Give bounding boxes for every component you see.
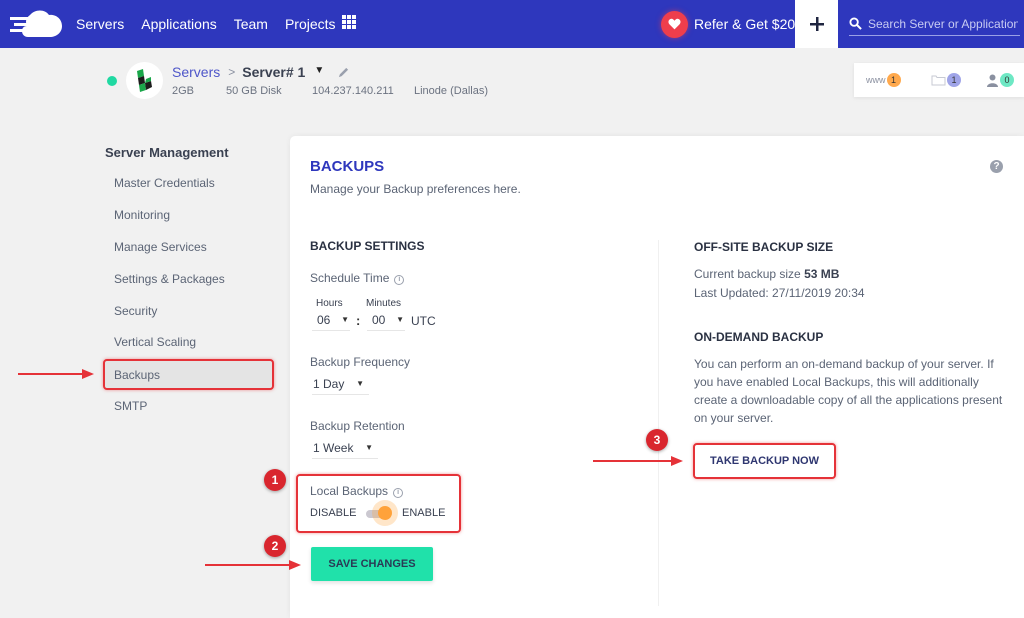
backup-settings-title: BACKUP SETTINGS [310,239,425,253]
nav-servers[interactable]: Servers [76,16,124,32]
counter-users[interactable]: 0 [987,73,1014,87]
refer-button[interactable]: Refer & Get $20 [661,10,795,38]
www-count-badge: 1 [886,73,901,87]
search-input[interactable] [868,16,1018,31]
sidebar-title: Server Management [105,145,229,160]
annotation-arrow-backups [18,369,94,379]
nav-team[interactable]: Team [234,16,268,32]
annotation-step-2: 2 [264,535,286,557]
breadcrumb-servers[interactable]: Servers [172,64,220,80]
server-disk: 50 GB Disk [226,85,282,97]
sidebar-item-master-credentials[interactable]: Master Credentials [114,176,215,190]
plus-icon [809,17,824,31]
server-name: Server# 1 [242,64,306,80]
take-backup-now-button[interactable]: TAKE BACKUP NOW [693,443,836,479]
sidebar-item-smtp[interactable]: SMTP [114,399,147,413]
on-demand-backup-title: ON-DEMAND BACKUP [694,330,824,344]
counter-www[interactable]: www 1 [866,73,901,87]
counter-folders[interactable]: 1 [931,73,961,87]
hours-select[interactable]: 06 ▼ [312,309,350,331]
sidebar-item-security[interactable]: Security [114,304,157,318]
page-title: BACKUPS [310,158,385,175]
breadcrumb: Servers > Server# 1 ▼ [172,64,349,80]
nav-projects[interactable]: Projects [285,16,336,32]
sidebar-item-monitoring[interactable]: Monitoring [114,208,170,222]
sidebar-item-vertical-scaling[interactable]: Vertical Scaling [114,335,196,349]
column-divider [658,240,659,606]
heart-icon [661,10,688,38]
backup-size-label: Current backup size [694,267,801,281]
refer-label: Refer & Get $20 [694,16,796,32]
frequency-label: Backup Frequency [310,355,411,369]
schedule-time-text: Schedule Time [310,271,390,285]
caret-down-icon: ▼ [341,315,349,324]
main-nav: Servers Applications Team Projects [76,0,353,48]
server-dropdown-caret-icon[interactable]: ▼ [314,65,324,76]
local-backups-label: Local Backups i [310,484,404,498]
info-icon[interactable]: i [393,488,404,498]
caret-down-icon: ▼ [365,443,373,452]
annotation-arrow-save [205,560,301,570]
user-count-badge: 0 [1000,73,1014,87]
backup-size-line: Current backup size 53 MB [694,267,839,281]
linode-icon [136,68,152,92]
hours-value: 06 [317,312,331,327]
server-counters: www 1 1 0 [854,63,1024,97]
local-backups-text: Local Backups [310,484,389,498]
breadcrumb-separator-icon: > [228,65,236,79]
www-icon: www [866,75,886,85]
server-ip: 104.237.140.211 [312,85,394,97]
apps-grid-icon[interactable] [342,15,356,29]
toggle-enable-label: ENABLE [402,507,446,519]
caret-down-icon: ▼ [396,315,404,324]
annotation-arrow-take-backup [593,456,683,466]
hours-label: Hours [316,298,343,309]
top-navbar: Servers Applications Team Projects Refer… [0,0,1024,48]
time-separator: : [356,313,361,328]
backup-size-value: 53 MB [804,267,840,281]
local-backups-toggle[interactable] [366,500,398,526]
search-icon [849,17,862,30]
schedule-time-label: Schedule Time i [310,271,405,285]
toggle-knob[interactable] [378,506,392,520]
nav-applications[interactable]: Applications [141,16,217,32]
page-subtitle: Manage your Backup preferences here. [310,182,521,196]
user-icon [987,74,998,87]
retention-label: Backup Retention [310,419,405,433]
caret-down-icon: ▼ [356,379,364,388]
retention-value: 1 Week [313,440,354,455]
sidebar-item-manage-services[interactable]: Manage Services [114,240,207,254]
help-icon[interactable]: ? [990,160,1003,173]
folder-icon [931,75,946,86]
annotation-step-1: 1 [264,469,286,491]
search-bar [849,12,1020,36]
add-button[interactable] [795,0,838,48]
annotation-step-3: 3 [646,429,668,451]
server-provider: Linode (Dallas) [414,85,488,97]
last-updated: Last Updated: 27/11/2019 20:34 [694,286,865,300]
server-ram: 2GB [172,85,195,97]
minutes-value: 00 [372,312,386,327]
folder-count-badge: 1 [947,73,961,87]
server-avatar [126,62,163,99]
info-icon[interactable]: i [394,275,405,285]
save-changes-button[interactable]: SAVE CHANGES [311,547,433,581]
on-demand-description: You can perform an on-demand backup of y… [694,357,1003,425]
server-status-dot [107,76,117,86]
retention-select[interactable]: 1 Week ▼ [312,437,378,459]
frequency-value: 1 Day [313,376,345,391]
edit-pencil-icon[interactable] [338,67,349,78]
timezone-label: UTC [411,314,436,328]
minutes-select[interactable]: 00 ▼ [367,309,405,331]
sidebar-item-backups[interactable]: Backups [114,368,160,382]
toggle-disable-label: DISABLE [310,507,357,519]
cloudways-logo[interactable] [8,9,64,39]
offsite-backup-title: OFF-SITE BACKUP SIZE [694,240,834,254]
minutes-label: Minutes [366,298,402,309]
frequency-select[interactable]: 1 Day ▼ [312,373,369,395]
sidebar-item-settings-packages[interactable]: Settings & Packages [114,272,225,286]
